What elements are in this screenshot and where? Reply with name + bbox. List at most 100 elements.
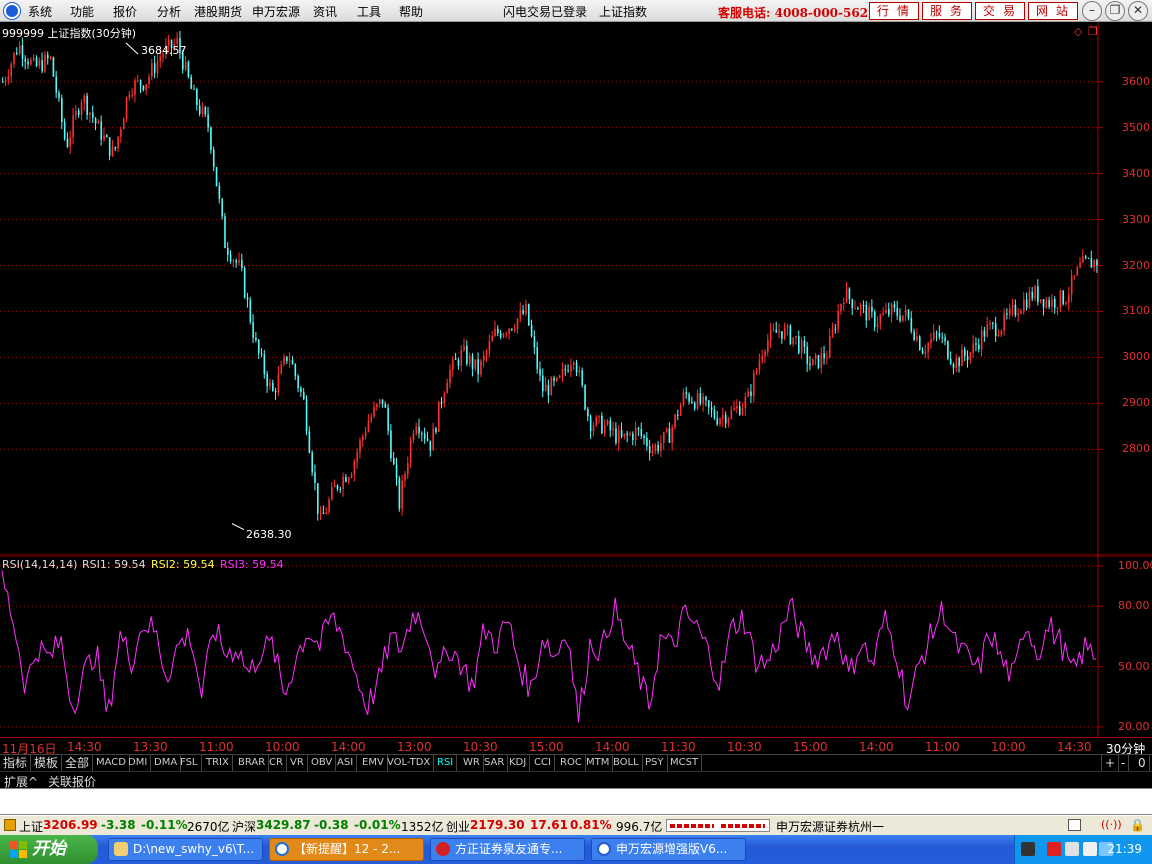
candle-body (30, 59, 32, 65)
indicator-tab-全部[interactable]: 全部 (62, 755, 94, 771)
tray-antivirus-icon[interactable] (1047, 842, 1061, 856)
diamond-icon[interactable]: ◇ (1074, 25, 1082, 38)
indicator-tab-mcst[interactable]: MCST (667, 755, 703, 771)
zoom-reset-button[interactable]: 0 (1135, 755, 1150, 771)
sub-tab-strip: 扩展^ 关联报价 (0, 771, 1152, 789)
candle-body (930, 339, 932, 344)
candle-body (212, 149, 215, 168)
task-label: 申万宏源增强版V6... (616, 842, 728, 856)
indicator-tab-sar[interactable]: SAR (481, 755, 509, 771)
candle-body (933, 332, 935, 340)
maximize-chart-icon[interactable]: ❐ (1088, 25, 1098, 38)
candle-body (151, 63, 153, 77)
candle-body (699, 393, 702, 404)
candle-body (63, 122, 66, 139)
indicator-tab-boll[interactable]: BOLL (610, 755, 643, 771)
candle-body (989, 323, 991, 325)
zoom-in-button[interactable]: + (1101, 755, 1120, 771)
candle-body (584, 385, 586, 410)
indicator-tab-obv[interactable]: OBV (308, 755, 337, 771)
alert-icon[interactable] (4, 819, 16, 831)
indicator-tab-dmi[interactable]: DMI (125, 755, 152, 771)
candle-body (688, 394, 690, 402)
candle-body (544, 384, 547, 392)
rsi-chart[interactable] (0, 556, 1152, 737)
window-icon[interactable] (1068, 819, 1081, 831)
candle-body (308, 431, 311, 453)
candle-body (463, 345, 465, 351)
candle-body (423, 433, 426, 439)
menu-help[interactable]: 帮助 (399, 3, 423, 20)
shenwan-icon (597, 842, 611, 856)
hs-pct: -0.01% (354, 818, 401, 832)
menu-analysis[interactable]: 分析 (157, 3, 181, 20)
indicator-tab-rsi[interactable]: RSI (434, 755, 458, 771)
candle-body (376, 403, 378, 408)
indicator-tab-模板[interactable]: 模板 (31, 755, 63, 771)
tray-volume-icon[interactable] (1083, 842, 1097, 856)
candle-body (24, 58, 27, 62)
indicator-tab-psy[interactable]: PSY (642, 755, 668, 771)
candle-body (882, 312, 885, 316)
task-folder[interactable]: D:\new_swhy_v6\T... (108, 838, 263, 861)
rsi2-name: RSI2 (151, 558, 176, 571)
tray-network-icon[interactable] (1065, 842, 1079, 856)
zoom-out-button[interactable]: - (1118, 755, 1130, 771)
tray-app-icon[interactable] (1021, 842, 1035, 856)
candle-body (16, 52, 18, 55)
app-logo-icon[interactable] (4, 3, 20, 19)
indicator-tab-asi[interactable]: ASI (334, 755, 358, 771)
hs-label: 沪深 (232, 820, 257, 834)
menu-news[interactable]: 资讯 (313, 3, 337, 20)
indicator-tab-mtm[interactable]: MTM (583, 755, 614, 771)
indicator-tab-kdj[interactable]: KDJ (506, 755, 531, 771)
indicator-tab-cci[interactable]: CCI (531, 755, 555, 771)
price-chart[interactable] (0, 22, 1152, 556)
rsi3-legend: RSI3: 59.54 (220, 558, 284, 571)
candle-body (747, 391, 749, 397)
tab-market[interactable]: 行情 (869, 2, 919, 20)
indicator-tab-vol-tdx[interactable]: VOL-TDX (384, 755, 435, 771)
indicator-tab-brar[interactable]: BRAR (235, 755, 270, 771)
candle-body (2, 81, 4, 83)
candle-body (1082, 256, 1084, 263)
start-button[interactable]: 开始 (0, 835, 98, 864)
minimize-icon[interactable]: – (1082, 1, 1102, 21)
candle-body (187, 61, 190, 77)
candle-body (114, 146, 117, 149)
indicator-tab-vr[interactable]: VR (287, 755, 308, 771)
candle-body (474, 359, 477, 369)
candle-body (730, 409, 733, 419)
menu-shenwan[interactable]: 申万宏源 (252, 3, 300, 20)
candle-body (710, 407, 713, 410)
candle-body (137, 79, 139, 81)
menu-function[interactable]: 功能 (70, 3, 94, 20)
lock-icon[interactable]: 🔒 (1130, 818, 1145, 832)
indicator-tab-指标[interactable]: 指标 (0, 755, 32, 771)
candle-body (761, 356, 764, 361)
menu-hk-futures[interactable]: 港股期货 (194, 3, 242, 20)
task-browser[interactable]: 【新提醒】12 - 2... (269, 838, 424, 861)
tab-website[interactable]: 网站 (1028, 2, 1078, 20)
close-icon[interactable]: ✕ (1128, 1, 1148, 21)
candle-body (243, 267, 246, 298)
menu-tools[interactable]: 工具 (357, 3, 381, 20)
task-shenwan[interactable]: 申万宏源增强版V6... (591, 838, 746, 861)
menu-quote[interactable]: 报价 (113, 3, 137, 20)
candle-body (148, 76, 150, 85)
candle-body (924, 351, 927, 354)
indicator-tab-roc[interactable]: ROC (557, 755, 586, 771)
indicator-tab-cr[interactable]: CR (266, 755, 287, 771)
task-fangzheng[interactable]: 方正证券泉友通专... (430, 838, 585, 861)
time-tick-label: 14:00 (859, 740, 894, 754)
candle-body (1079, 262, 1081, 268)
restore-icon[interactable]: ❐ (1105, 1, 1125, 21)
candle-body (97, 121, 100, 124)
menu-system[interactable]: 系统 (28, 3, 52, 20)
candle-body (347, 477, 350, 482)
tab-trade[interactable]: 交易 (975, 2, 1025, 20)
tab-service[interactable]: 服务 (922, 2, 972, 20)
indicator-tab-fsl[interactable]: FSL (177, 755, 202, 771)
indicator-tab-trix[interactable]: TRIX (203, 755, 233, 771)
rsi-ytick-label: 80.00 (1118, 599, 1150, 613)
